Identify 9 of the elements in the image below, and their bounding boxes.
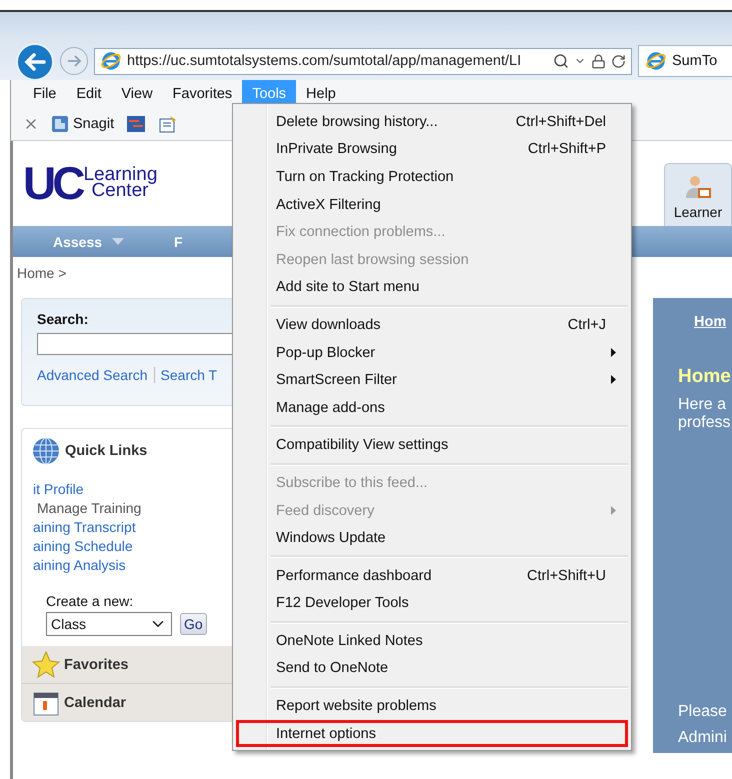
search-label: Search: bbox=[37, 311, 88, 327]
panel-heading: Home bbox=[678, 366, 732, 388]
panel-text: profess bbox=[678, 414, 732, 432]
quick-links-text: Manage Training bbox=[36, 500, 142, 516]
panel-text: Please bbox=[678, 703, 728, 721]
panel-text: Here a bbox=[678, 396, 728, 414]
create-label: Create a new: bbox=[46, 593, 134, 609]
panel-text: Admini bbox=[678, 729, 728, 747]
panel-title: Quick Links bbox=[65, 443, 148, 459]
